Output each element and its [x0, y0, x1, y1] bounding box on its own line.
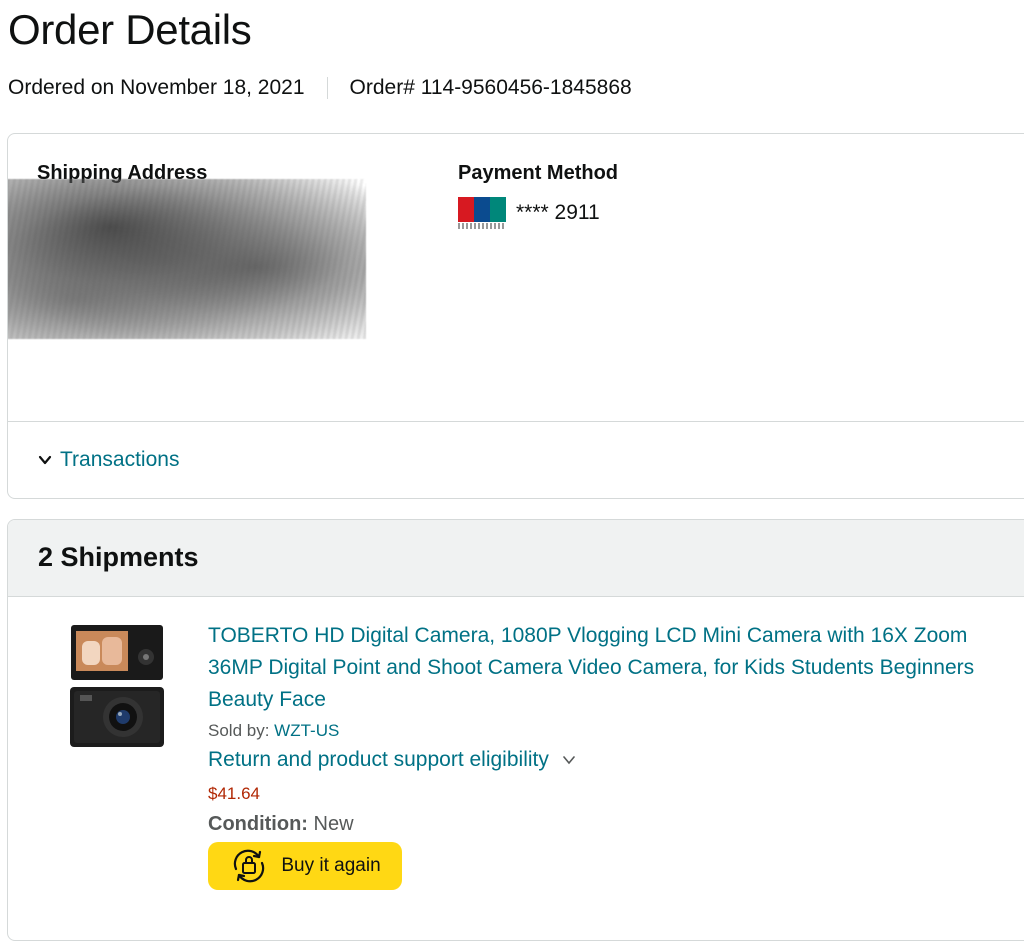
sold-by-label: Sold by:: [208, 721, 270, 740]
condition-label: Condition:: [208, 813, 308, 835]
meta-divider: [326, 77, 328, 99]
payment-method-label: Payment Method: [458, 162, 619, 184]
seller-link[interactable]: WZT-US: [274, 721, 339, 740]
shipments-header: 2 Shipments: [8, 520, 1024, 597]
unionpay-card-icon: [458, 197, 506, 229]
buy-again-label: Buy it again: [281, 855, 381, 876]
buy-again-icon: [234, 849, 265, 883]
product-title-link[interactable]: TOBERTO HD Digital Camera, 1080P Vloggin…: [208, 620, 1024, 716]
buy-again-button[interactable]: Buy it again: [208, 842, 402, 890]
return-eligibility-toggle[interactable]: Return and product support eligibility: [208, 748, 575, 772]
transactions-toggle[interactable]: Transactions: [38, 448, 179, 472]
order-meta: Ordered on November 18, 2021 Order# 114-…: [8, 76, 632, 100]
card-divider: [8, 421, 1024, 422]
product-title-line: 36MP Digital Point and Shoot Camera Vide…: [208, 656, 975, 679]
order-date: Ordered on November 18, 2021: [8, 76, 305, 99]
chevron-down-icon: [563, 756, 575, 765]
order-number: Order# 114-9560456-1845868: [349, 76, 632, 99]
order-summary-card: Shipping Address Payment Method **** 291…: [7, 133, 1024, 499]
return-eligibility-label: Return and product support eligibility: [208, 748, 549, 771]
item-condition: Condition: New: [208, 813, 354, 836]
card-number: **** 2911: [516, 201, 600, 224]
product-title-line: Beauty Face: [208, 688, 326, 711]
product-title-line: TOBERTO HD Digital Camera, 1080P Vloggin…: [208, 624, 968, 647]
redacted-address: [8, 179, 366, 339]
condition-value: New: [313, 813, 354, 835]
page-title: Order Details: [8, 6, 252, 53]
shipments-heading: 2 Shipments: [38, 542, 199, 572]
transactions-label: Transactions: [60, 448, 180, 471]
payment-method-row: **** 2911: [458, 197, 600, 229]
product-thumbnail[interactable]: [68, 623, 166, 751]
item-price: $41.64: [208, 784, 260, 803]
sold-by: Sold by: WZT-US: [208, 721, 339, 741]
shipments-card: 2 Shipments TOBERTO HD Digital Camera, 1…: [7, 519, 1024, 941]
chevron-down-icon: [38, 455, 52, 465]
